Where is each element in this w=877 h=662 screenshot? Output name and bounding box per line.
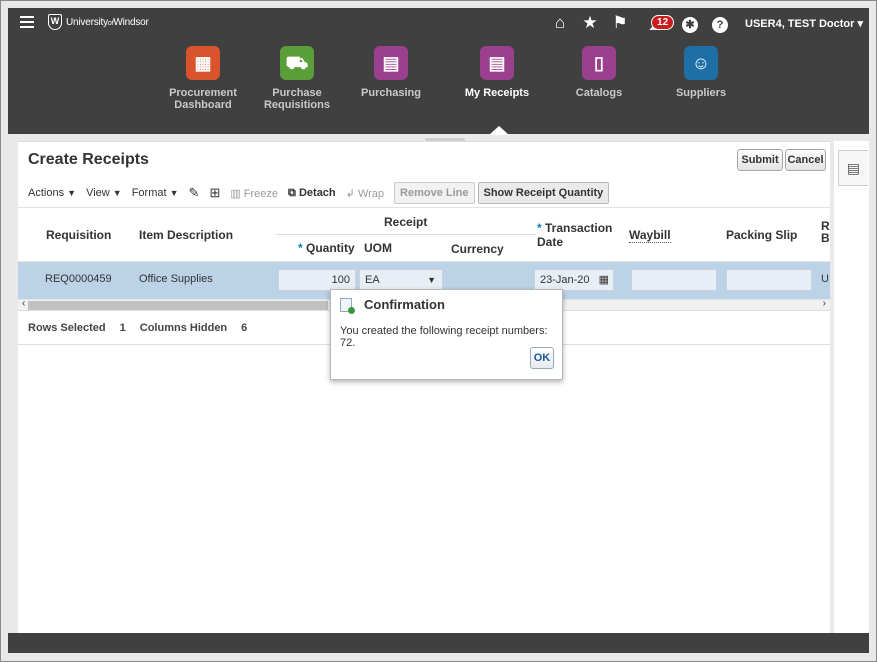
- view-menu[interactable]: View ▼: [86, 187, 122, 199]
- col-item-description[interactable]: Item Description: [139, 228, 233, 242]
- col-packing-slip[interactable]: Packing Slip: [726, 228, 797, 242]
- freeze-button[interactable]: ▥ Freeze: [230, 187, 278, 200]
- col-currency[interactable]: Currency: [451, 242, 504, 256]
- wrap-button[interactable]: ↲ Wrap: [346, 187, 384, 200]
- col-waybill[interactable]: Waybill: [629, 228, 671, 243]
- user-menu[interactable]: USER4, TEST Doctor ▾: [745, 17, 863, 30]
- app-procurement-dashboard[interactable]: ▦ Procurement Dashboard: [158, 46, 248, 111]
- query-by-example-icon[interactable]: ⊞: [209, 185, 220, 201]
- right-panel: [834, 141, 869, 633]
- dialog-message: You created the following receipt number…: [340, 325, 548, 349]
- suppliers-icon: ☺: [684, 46, 718, 80]
- footer-bar: [8, 633, 869, 653]
- format-menu[interactable]: Format ▼: [132, 187, 179, 199]
- requisition-link[interactable]: REQ0000459: [45, 273, 112, 285]
- create-receipts-page: Create Receipts Submit Cancel Actions ▼ …: [18, 141, 830, 633]
- item-description-cell: Office Supplies: [139, 273, 213, 285]
- notification-count-badge: 12: [651, 15, 675, 30]
- dashboard-icon: ▦: [186, 46, 220, 80]
- ok-button[interactable]: OK: [530, 347, 554, 369]
- scroll-right-icon[interactable]: ›: [823, 298, 826, 309]
- transaction-date-input[interactable]: 23-Jan-20 ▦: [534, 269, 614, 291]
- detach-button[interactable]: ⧉ Detach: [288, 187, 336, 200]
- confirmation-icon: [340, 297, 355, 314]
- app-my-receipts[interactable]: ▤ My Receipts: [452, 46, 542, 99]
- confirmation-dialog: Confirmation You created the following r…: [330, 289, 563, 380]
- col-group-receipt: Receipt: [384, 215, 428, 229]
- col-quantity[interactable]: * Quantity: [298, 241, 355, 255]
- university-logo[interactable]: W UniversityofWindsor: [48, 13, 149, 31]
- remove-line-button[interactable]: Remove Line: [394, 182, 475, 204]
- chevron-down-icon: ▼: [427, 275, 436, 285]
- document-icon: ▤: [374, 46, 408, 80]
- waybill-input[interactable]: [631, 269, 717, 291]
- packing-slip-input[interactable]: [726, 269, 812, 291]
- dialog-title: Confirmation: [340, 297, 445, 314]
- global-header: W UniversityofWindsor ⌂ ★ ⚑ ◢12 ✱ ? USER…: [8, 8, 869, 135]
- submit-button[interactable]: Submit: [737, 149, 783, 171]
- page-title: Create Receipts: [28, 151, 149, 168]
- scroll-left-icon[interactable]: ‹: [22, 298, 25, 309]
- receipt-icon: ▤: [480, 46, 514, 80]
- catalog-icon: ▯: [582, 46, 616, 80]
- navigator-menu-icon[interactable]: [20, 16, 34, 28]
- help-icon[interactable]: ?: [705, 13, 735, 33]
- app-suppliers[interactable]: ☺ Suppliers: [656, 46, 746, 99]
- panel-drawer-icon[interactable]: ▤: [838, 150, 868, 186]
- truncated-cell: U: [821, 273, 829, 285]
- table-header: Requisition Item Description Receipt * Q…: [18, 207, 830, 262]
- cart-icon: ⛟: [280, 46, 314, 80]
- active-app-pointer: [489, 126, 509, 135]
- notifications-bell-icon[interactable]: ◢12: [635, 14, 675, 32]
- flag-icon[interactable]: ⚑: [605, 13, 635, 33]
- crest-icon: W: [48, 14, 62, 30]
- cancel-button[interactable]: Cancel: [785, 149, 826, 171]
- table-toolbar: Actions ▼ View ▼ Format ▼ ✎ ⊞ ▥ Freeze ⧉…: [28, 182, 612, 204]
- col-requisition[interactable]: Requisition: [46, 228, 111, 242]
- scrollbar-thumb[interactable]: [28, 301, 328, 310]
- app-catalogs[interactable]: ▯ Catalogs: [554, 46, 644, 99]
- app-purchase-requisitions[interactable]: ⛟ Purchase Requisitions: [252, 46, 342, 111]
- quantity-input[interactable]: 100: [278, 269, 356, 291]
- app-purchasing[interactable]: ▤ Purchasing: [346, 46, 436, 99]
- col-truncated[interactable]: RB: [821, 220, 830, 244]
- home-icon[interactable]: ⌂: [545, 13, 575, 33]
- show-receipt-quantity-button[interactable]: Show Receipt Quantity: [477, 182, 610, 204]
- actions-menu[interactable]: Actions ▼: [28, 187, 76, 199]
- calendar-icon[interactable]: ▦: [599, 270, 609, 290]
- accessibility-icon[interactable]: ✱: [675, 13, 705, 33]
- edit-pencil-icon[interactable]: ✎: [189, 185, 200, 201]
- col-uom[interactable]: UOM: [364, 241, 392, 255]
- col-transaction-date[interactable]: * Transaction Date: [537, 221, 612, 249]
- uom-select[interactable]: EA ▼: [359, 269, 443, 291]
- favorites-star-icon[interactable]: ★: [575, 13, 605, 33]
